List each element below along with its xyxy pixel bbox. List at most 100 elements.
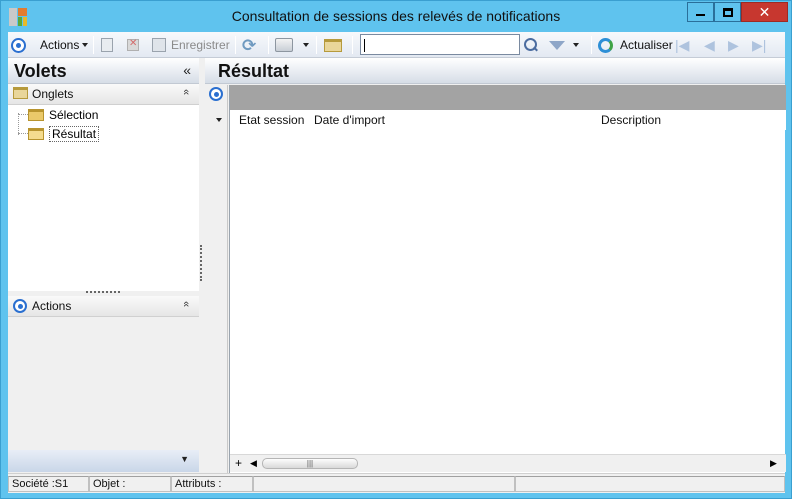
collapse-actions-icon[interactable]: « [180,301,192,307]
toolbar-separator [235,36,236,54]
chevron-down-icon [303,43,309,47]
next-icon: ▶ [728,37,739,53]
last-page-button[interactable]: ▶| [752,35,766,55]
minimize-button[interactable] [687,2,714,22]
result-header: Résultat [205,58,785,84]
menu-circle-button[interactable] [11,35,26,55]
printer-icon [275,38,293,52]
window-title: Consultation de sessions des relevés de … [231,8,561,24]
expand-icon[interactable]: + [235,456,242,470]
search-icon [524,38,538,52]
tree-item-selection[interactable]: Sélection [28,106,98,123]
open-folder-icon [28,127,44,140]
filter-button[interactable] [549,35,579,55]
tree-item-resultat[interactable]: Résultat [28,125,100,142]
actions-section-label: Actions [32,299,72,313]
toolbar: Actions Enregistrer ⟳ [8,32,785,58]
first-page-icon: |◀ [675,37,690,53]
search-input[interactable] [360,34,520,55]
circle-menu-icon[interactable] [209,87,223,101]
next-page-button[interactable]: ▶ [728,35,739,55]
splitter-grip[interactable] [86,291,120,293]
scroll-right-icon[interactable]: ▶ [770,458,777,469]
toolbar-separator [591,36,592,54]
actions-section-header[interactable]: Actions « [8,296,199,317]
first-page-button[interactable]: |◀ [675,35,689,55]
previous-page-button[interactable]: ◀ [704,35,715,55]
main-window: Consultation de sessions des relevés de … [0,0,792,499]
sync-icon: ⟳ [242,35,257,55]
column-header-date-import[interactable]: Date d'import [314,113,385,127]
chevron-down-icon[interactable] [216,118,222,122]
collapse-tabs-icon[interactable]: « [180,89,192,95]
tabs-section-header[interactable]: Onglets « [8,84,199,105]
group-by-bar[interactable] [230,85,786,110]
scroll-thumb[interactable]: ||| [262,458,358,469]
search-button[interactable] [524,35,538,55]
tabs-tree: Sélection Résultat [8,105,199,291]
toolbar-separator [93,36,94,54]
panels-title: Volets [14,61,67,81]
refresh-icon [598,37,613,53]
column-header-description[interactable]: Description [601,113,661,127]
status-societe: Société :S1 [8,476,89,492]
refresh-button[interactable]: Actualiser [598,35,673,55]
delete-icon [127,38,139,51]
maximize-icon [722,7,733,17]
results-grid[interactable]: Etat session Date d'import Description +… [229,85,786,473]
close-icon: ✕ [758,4,771,20]
title-bar[interactable]: Consultation de sessions des relevés de … [1,1,791,32]
minimize-icon [696,14,705,16]
print-button[interactable] [275,35,309,55]
reload-button[interactable]: ⟳ [242,35,256,55]
horizontal-scrollbar[interactable]: + ◀ ||| ▶ [230,454,786,472]
status-field [253,476,515,492]
new-document-icon [101,38,113,52]
maximize-button[interactable] [714,2,741,22]
close-button[interactable]: ✕ [741,2,788,22]
circle-menu-icon [13,299,27,313]
chevron-down-icon [573,43,579,47]
tree-item-label: Résultat [49,125,100,142]
tree-item-label: Sélection [49,107,99,122]
delete-button[interactable] [127,35,139,55]
panels-pane: Volets « Onglets « Sélection Résultat Ac… [8,58,199,473]
folder-icon [324,38,342,52]
refresh-label: Actualiser [620,38,673,52]
column-header-etat-session[interactable]: Etat session [239,113,304,127]
client-area: Actions Enregistrer ⟳ [8,32,786,493]
folder-icon [13,87,28,99]
toolbar-separator [316,36,317,54]
new-button[interactable] [101,35,113,55]
result-title: Résultat [218,61,290,81]
vertical-splitter-grip[interactable] [200,245,202,281]
panels-footer[interactable]: ▼ [8,450,199,472]
actions-label: Actions [40,38,80,52]
open-folder-button[interactable] [324,35,342,55]
result-pane: Résultat Etat session Date d'import Desc… [205,58,786,473]
status-attributs: Attributs : [171,476,253,492]
text-cursor [364,39,365,52]
chevron-down-icon [82,43,89,47]
actions-dropdown-button[interactable]: Actions [40,35,89,55]
folder-icon [28,108,44,121]
scroll-left-icon[interactable]: ◀ [250,458,257,469]
last-page-icon: ▶| [752,37,767,53]
filter-icon [549,40,565,50]
status-objet: Objet : [89,476,171,492]
save-label: Enregistrer [171,38,230,52]
collapse-panels-button[interactable]: « [183,62,191,78]
toolbar-separator [268,36,269,54]
save-button[interactable]: Enregistrer [152,35,230,55]
tree-connector [18,113,19,135]
circle-menu-icon [11,37,26,53]
grid-side-strip [205,85,228,473]
status-field [515,476,785,492]
save-icon [152,38,166,52]
previous-icon: ◀ [704,37,715,53]
tabs-section-label: Onglets [32,87,74,101]
panels-header: Volets « [8,58,199,84]
chevron-down-icon: ▼ [180,454,189,464]
status-bar: Société :S1 Objet : Attributs : [8,473,785,493]
toolbar-separator [352,36,353,54]
